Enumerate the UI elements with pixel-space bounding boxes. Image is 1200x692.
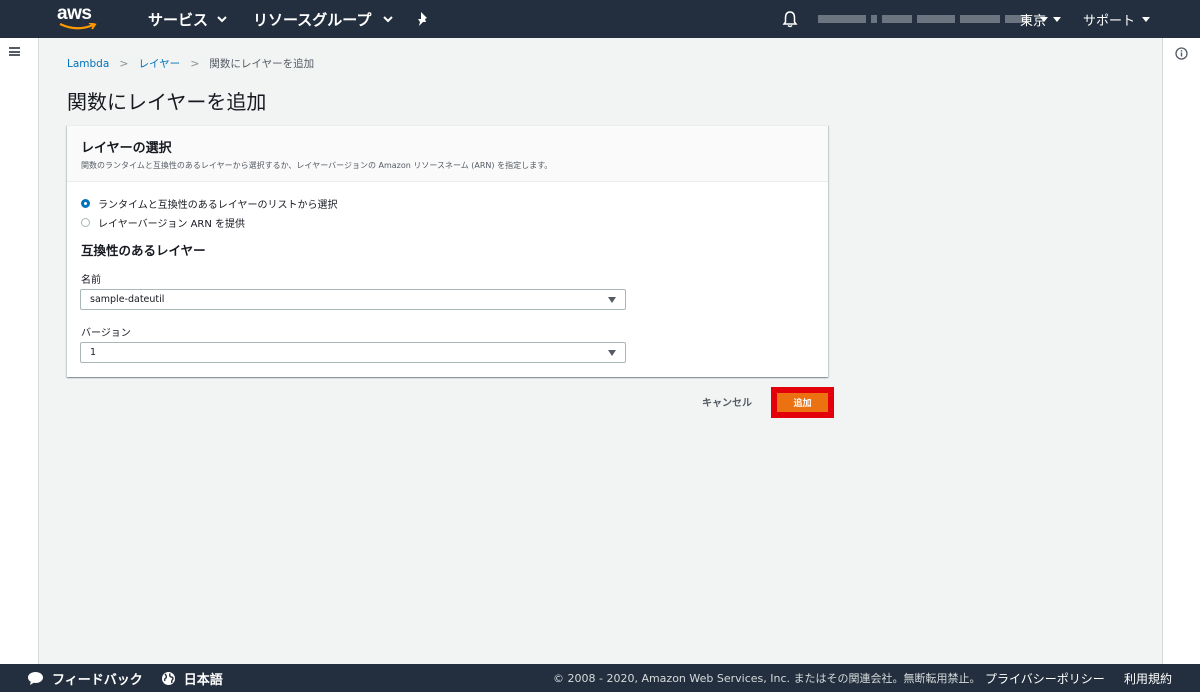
aws-logo[interactable]: aws xyxy=(57,3,101,33)
right-tools-rail xyxy=(1162,38,1200,664)
dropdown-arrow-icon xyxy=(608,350,616,356)
caret-down-icon xyxy=(1053,16,1062,22)
left-navigation-rail xyxy=(0,38,39,664)
aws-smile-icon xyxy=(59,23,97,30)
bell-icon[interactable] xyxy=(782,10,798,28)
globe-icon xyxy=(161,671,175,685)
feedback-link[interactable]: フィードバック xyxy=(27,669,143,688)
terms-link[interactable]: 利用規約 xyxy=(1124,664,1172,692)
resource-groups-menu[interactable]: リソースグループ xyxy=(253,0,394,38)
chevron-down-icon xyxy=(383,16,394,23)
aws-logo-text: aws xyxy=(57,3,92,24)
radio-label: ランタイムと互換性のあるレイヤーのリストから選択 xyxy=(98,200,338,211)
support-label: サポート xyxy=(1083,13,1136,29)
add-button[interactable]: 追加 xyxy=(777,393,828,412)
footer-left: フィードバック 日本語 xyxy=(27,664,223,692)
layer-name-select[interactable]: sample-dateutil xyxy=(80,289,626,310)
hamburger-menu-icon[interactable] xyxy=(9,47,20,56)
feedback-label: フィードバック xyxy=(52,672,143,688)
top-navigation: aws サービス リソースグループ 東京 サポート xyxy=(0,0,1200,38)
radio-label: レイヤーバージョン ARN を提供 xyxy=(98,219,246,230)
resource-groups-label: リソースグループ xyxy=(253,10,372,29)
breadcrumb-layers[interactable]: レイヤー xyxy=(139,56,181,71)
footer: フィードバック 日本語 © 2008 - 2020, Amazon Web Se… xyxy=(0,664,1200,692)
dropdown-arrow-icon xyxy=(608,297,616,303)
breadcrumb-separator-icon: > xyxy=(119,57,129,70)
support-menu[interactable]: サポート xyxy=(1083,0,1151,38)
speech-bubble-icon xyxy=(28,671,43,685)
card-header: レイヤーの選択 関数のランタイムと互換性のあるレイヤーから選択するか、レイヤーバ… xyxy=(67,126,828,182)
region-menu[interactable]: 東京 xyxy=(1020,0,1062,38)
breadcrumb-current: 関数にレイヤーを追加 xyxy=(209,58,315,70)
cancel-button[interactable]: キャンセル xyxy=(702,394,752,409)
copyright-text: © 2008 - 2020, Amazon Web Services, Inc.… xyxy=(553,672,981,685)
services-menu[interactable]: サービス xyxy=(148,0,227,38)
language-label: 日本語 xyxy=(183,672,223,688)
privacy-policy-link[interactable]: プライバシーポリシー xyxy=(985,664,1105,692)
pin-icon[interactable] xyxy=(416,11,430,27)
radio-unselected-icon[interactable] xyxy=(81,218,90,227)
section-title: 互換性のあるレイヤー xyxy=(81,243,206,258)
chevron-down-icon xyxy=(217,16,227,23)
radio-compatible-layers[interactable]: ランタイムと互換性のあるレイヤーのリストから選択 xyxy=(81,196,338,211)
name-label: 名前 xyxy=(81,275,101,286)
card-description: 関数のランタイムと互換性のあるレイヤーから選択するか、レイヤーバージョンの Am… xyxy=(81,161,553,170)
breadcrumb-separator-icon: > xyxy=(190,57,200,70)
layer-version-value: 1 xyxy=(90,347,97,358)
radio-selected-icon[interactable] xyxy=(81,199,90,208)
layer-name-value: sample-dateutil xyxy=(90,294,165,305)
page-title: 関数にレイヤーを追加 xyxy=(67,90,267,114)
services-label: サービス xyxy=(148,10,209,29)
breadcrumb-lambda[interactable]: Lambda xyxy=(67,58,109,70)
card-title: レイヤーの選択 xyxy=(81,141,172,156)
radio-provide-arn[interactable]: レイヤーバージョン ARN を提供 xyxy=(81,215,245,230)
info-icon[interactable] xyxy=(1175,47,1188,60)
version-label: バージョン xyxy=(81,328,131,339)
language-selector[interactable]: 日本語 xyxy=(161,669,223,688)
caret-down-icon xyxy=(1142,16,1151,22)
layer-version-select[interactable]: 1 xyxy=(80,342,626,363)
layer-selection-card: レイヤーの選択 関数のランタイムと互換性のあるレイヤーから選択するか、レイヤーバ… xyxy=(67,125,828,377)
account-menu-redacted[interactable] xyxy=(818,15,1048,23)
breadcrumb: Lambda > レイヤー > 関数にレイヤーを追加 xyxy=(67,56,314,71)
region-label: 東京 xyxy=(1020,13,1047,29)
